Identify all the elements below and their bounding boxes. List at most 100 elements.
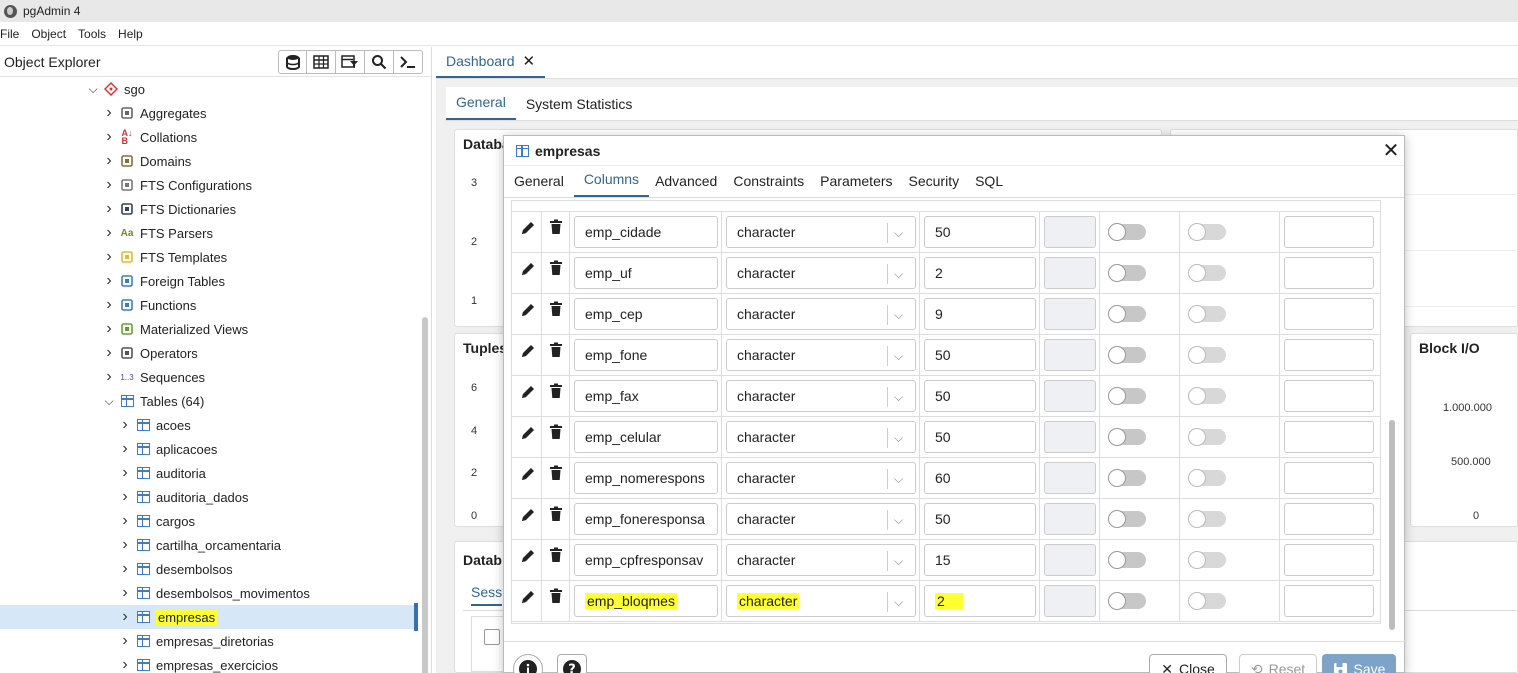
save-button[interactable]: Save [1322,654,1396,673]
tree-item[interactable]: › Operators [0,341,418,365]
data-type-select[interactable]: character ⌵ [726,585,916,617]
column-name-input[interactable]: emp_cep [574,298,718,330]
column-name-input[interactable]: emp_nomerespons [574,462,718,494]
edit-pencil-icon[interactable] [520,548,536,567]
chevron-down-icon[interactable]: ⌵ [887,469,909,489]
tree-item[interactable]: › auditoria_dados [0,485,418,509]
not-null-toggle[interactable] [1108,346,1146,364]
tree-item[interactable]: › Foreign Tables [0,269,418,293]
tab-sql[interactable]: SQL [969,173,1013,197]
length-input[interactable]: 15 [924,544,1036,576]
primary-key-toggle[interactable] [1188,551,1226,569]
chevron-right-icon[interactable]: › [104,200,114,217]
edit-pencil-icon[interactable] [520,220,536,239]
length-input[interactable]: 50 [924,339,1036,371]
tree-item[interactable]: › Domains [0,149,418,173]
tree-item[interactable]: › desembolsos_movimentos [0,581,418,605]
column-name-input[interactable]: emp_foneresponsa [574,503,718,535]
not-null-toggle[interactable] [1108,592,1146,610]
delete-trash-icon[interactable] [549,465,563,484]
dialog-close-icon[interactable]: ✕ [1378,138,1404,163]
not-null-toggle[interactable] [1108,223,1146,241]
tab-dashboard[interactable]: Dashboard ✕ [436,46,546,78]
tree-item[interactable]: › Aggregates [0,101,418,125]
tree-item[interactable]: › FTS Templates [0,245,418,269]
menu-file[interactable]: File [0,27,25,41]
length-input[interactable]: 2 [924,585,1036,617]
chevron-right-icon[interactable]: › [120,584,130,601]
tree-item[interactable]: › aplicacoes [0,437,418,461]
default-value-input[interactable] [1284,585,1374,617]
chevron-right-icon[interactable]: › [120,488,130,505]
column-name-input[interactable]: emp_bloqmes [574,585,718,617]
default-value-input[interactable] [1284,462,1374,494]
column-name-input[interactable]: emp_cidade [574,216,718,248]
delete-trash-icon[interactable] [549,342,563,361]
data-type-select[interactable]: character ⌵ [726,462,916,494]
chevron-down-icon[interactable]: ⌵ [887,305,909,325]
tree-item[interactable]: › FTS Dictionaries [0,197,418,221]
chevron-right-icon[interactable]: › [104,272,114,289]
chevron-right-icon[interactable]: › [120,464,130,481]
close-button[interactable]: ✕ Close [1149,654,1227,673]
tree-item[interactable]: › empresas [0,605,418,629]
not-null-toggle[interactable] [1108,387,1146,405]
not-null-toggle[interactable] [1108,510,1146,528]
delete-trash-icon[interactable] [549,260,563,279]
chevron-right-icon[interactable]: › [120,416,130,433]
delete-trash-icon[interactable] [549,588,563,607]
column-name-input[interactable]: emp_cpfresponsav [574,544,718,576]
tree-item[interactable]: ⌵ sgo [0,77,418,101]
primary-key-toggle[interactable] [1188,592,1226,610]
chevron-down-icon[interactable]: ⌵ [887,592,909,612]
edit-pencil-icon[interactable] [520,343,536,362]
delete-trash-icon[interactable] [549,219,563,238]
length-input[interactable]: 60 [924,462,1036,494]
primary-key-toggle[interactable] [1188,510,1226,528]
default-value-input[interactable] [1284,380,1374,412]
tab-general[interactable]: General [446,94,516,120]
chevron-right-icon[interactable]: › [120,536,130,553]
chevron-right-icon[interactable]: › [120,560,130,577]
default-value-input[interactable] [1284,421,1374,453]
edit-pencil-icon[interactable] [520,425,536,444]
default-value-input[interactable] [1284,503,1374,535]
close-tab-icon[interactable]: ✕ [523,52,536,70]
chevron-down-icon[interactable]: ⌵ [887,428,909,448]
tree-item[interactable]: › desembolsos [0,557,418,581]
chevron-right-icon[interactable]: › [104,296,114,313]
length-input[interactable]: 2 [924,257,1036,289]
column-name-input[interactable]: emp_fax [574,380,718,412]
tab-security[interactable]: Security [903,173,970,197]
primary-key-toggle[interactable] [1188,428,1226,446]
tab-columns[interactable]: Columns [573,171,650,197]
chevron-right-icon[interactable]: › [104,320,114,337]
not-null-toggle[interactable] [1108,305,1146,323]
data-type-select[interactable]: character ⌵ [726,298,916,330]
edit-pencil-icon[interactable] [520,466,536,485]
explorer-scrollbar[interactable] [422,317,428,673]
reset-button[interactable]: ⟲ Reset [1239,654,1317,673]
length-input[interactable]: 9 [924,298,1036,330]
psql-tool-button[interactable] [394,49,423,74]
data-type-select[interactable]: character ⌵ [726,216,916,248]
edit-pencil-icon[interactable] [520,507,536,526]
chevron-right-icon[interactable]: › [120,656,130,673]
not-null-toggle[interactable] [1108,551,1146,569]
chevron-right-icon[interactable]: › [104,176,114,193]
tree-item[interactable]: › Functions [0,293,418,317]
chevron-right-icon[interactable]: › [120,632,130,649]
tree-item[interactable]: ⌵ Tables (64) [0,389,418,413]
data-type-select[interactable]: character ⌵ [726,380,916,412]
menu-object[interactable]: Object [31,27,72,41]
tab-general[interactable]: General [508,173,574,197]
edit-pencil-icon[interactable] [520,384,536,403]
tree-item[interactable]: › empresas_exercicios [0,653,418,673]
tree-item[interactable]: › FTS Configurations [0,173,418,197]
data-type-select[interactable]: character ⌵ [726,257,916,289]
menu-help[interactable]: Help [118,27,149,41]
chevron-right-icon[interactable]: › [104,344,114,361]
primary-key-toggle[interactable] [1188,469,1226,487]
default-value-input[interactable] [1284,298,1374,330]
length-input[interactable]: 50 [924,421,1036,453]
